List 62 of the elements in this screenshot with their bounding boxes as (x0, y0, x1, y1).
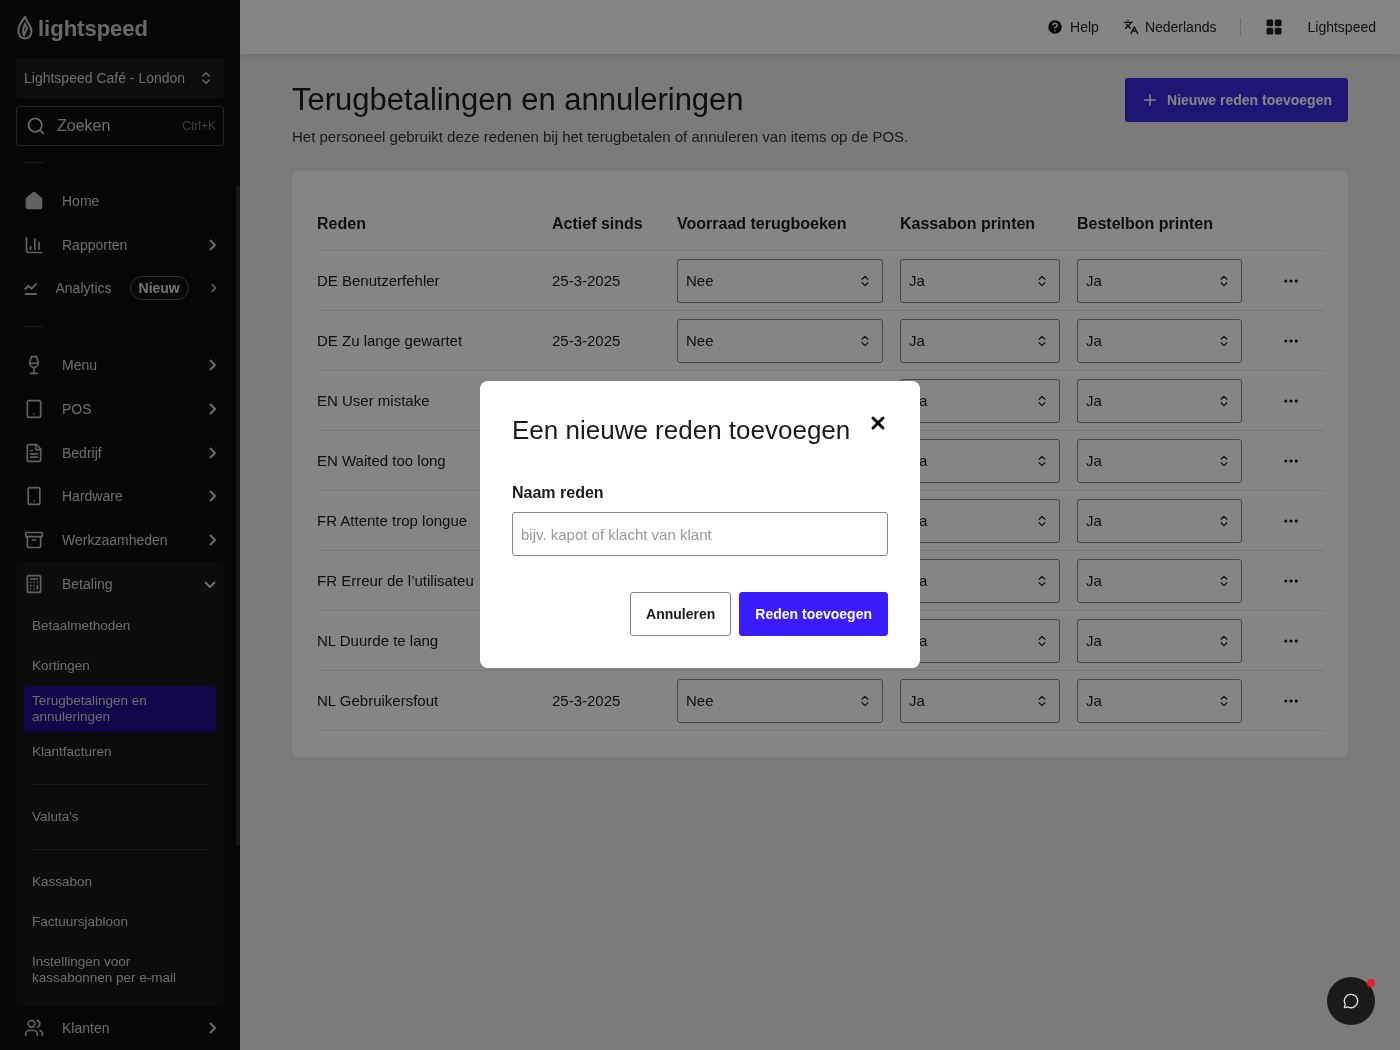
select-field[interactable]: Nee (677, 258, 883, 303)
select-field[interactable]: Ja (1077, 498, 1242, 543)
select-field[interactable]: Ja (1077, 618, 1242, 663)
submenu-item[interactable]: Instellingen voor kassabonnen per e-mail (24, 942, 216, 999)
sidebar-item[interactable]: Menu (16, 343, 224, 387)
column-header: Kassabon printen (900, 214, 1037, 233)
sidebar-item[interactable]: Betaling (16, 562, 224, 607)
select-field[interactable]: Nee (677, 318, 883, 363)
page-description: Het personeel gebruikt deze redenen bij het terugbetalen of annuleren van items op de POS. (292, 128, 909, 145)
submenu-item[interactable]: Factuursjabloon (24, 902, 216, 943)
column-header: Voorraad terugboeken (677, 214, 848, 233)
submenu-item[interactable]: Kassabon (24, 862, 216, 903)
table-cell-text: EN User mistake (317, 392, 431, 409)
select-field[interactable]: Nee (677, 678, 883, 723)
sidebar-item[interactable]: Home (16, 178, 224, 223)
submenu-item[interactable]: Klantfacturen (24, 732, 216, 773)
table-cell-text: FR Attente trop longue (317, 512, 469, 529)
table-cell-text: 25-3-2025 (552, 272, 622, 289)
table-cell-text: NL Gebruikersfout (317, 692, 440, 709)
input-field[interactable]: bijv. kapot of klacht van klant (512, 512, 888, 556)
table-cell-text: EN Waited too long (317, 452, 447, 469)
submenu-item[interactable]: Terugbetalingen en annuleringen (24, 686, 216, 733)
submenu-item[interactable]: Betaalmethoden (24, 606, 216, 647)
shortcut-hint: Ctrl+K (182, 118, 216, 133)
select-field[interactable]: Ja (900, 258, 1060, 303)
table-cell-text: FR Erreur de l’utilisateu (317, 572, 475, 589)
add-reason-button[interactable]: Nieuwe reden toevoegen (1125, 78, 1348, 122)
select-field[interactable]: Ja (1077, 318, 1242, 363)
sidebar-item[interactable]: Rapporten (16, 222, 224, 267)
column-header: Bestelbon printen (1077, 214, 1214, 233)
table-cell-text: DE Benutzerfehler (317, 272, 441, 289)
column-header: Reden (317, 214, 367, 233)
column-header: Actief sinds (552, 214, 644, 233)
submenu-item[interactable]: Valuta's (24, 797, 216, 838)
sidebar-item[interactable]: Hardware (16, 474, 224, 519)
language-link[interactable]: Nederlands (1122, 19, 1217, 35)
confirm-button[interactable]: Reden toevoegen (739, 592, 888, 636)
select-field[interactable]: Ja (900, 678, 1060, 723)
select-field[interactable]: Ja (1077, 678, 1242, 723)
sidebar-item[interactable]: Bedrijf (16, 430, 224, 475)
submenu-item[interactable]: Kortingen (24, 646, 216, 687)
sidebar-item[interactable]: Klanten (16, 1006, 224, 1050)
sidebar-item[interactable]: POS (16, 387, 224, 431)
help-link[interactable]: Help (1046, 18, 1099, 36)
lightspeed-logo: lightspeed (16, 16, 224, 42)
field-label: Naam reden (512, 484, 605, 502)
sidebar-item[interactable]: Werkzaamheden (16, 518, 224, 563)
select-field[interactable]: Ja (1077, 558, 1242, 603)
table-cell-text: 25-3-2025 (552, 692, 622, 709)
location-selector[interactable]: Lightspeed Café - London (16, 58, 224, 98)
sidebar-item[interactable]: Analytics Nieuw (16, 266, 224, 311)
select-field[interactable]: Ja (1077, 258, 1242, 303)
table-cell-text: 25-3-2025 (552, 332, 622, 349)
page-title: Terugbetalingen en annuleringen (292, 82, 745, 118)
account-link[interactable]: Lightspeed (1307, 19, 1376, 35)
select-field[interactable]: Ja (900, 318, 1060, 363)
select-field[interactable]: Ja (1077, 438, 1242, 483)
dialog-title: Een nieuwe reden toevoegen (512, 415, 851, 446)
table-cell-text: DE Zu lange gewartet (317, 332, 464, 349)
table-cell-text: NL Duurde te lang (317, 632, 440, 649)
select-field[interactable]: Ja (1077, 378, 1242, 423)
cancel-button[interactable]: Annuleren (630, 592, 732, 636)
